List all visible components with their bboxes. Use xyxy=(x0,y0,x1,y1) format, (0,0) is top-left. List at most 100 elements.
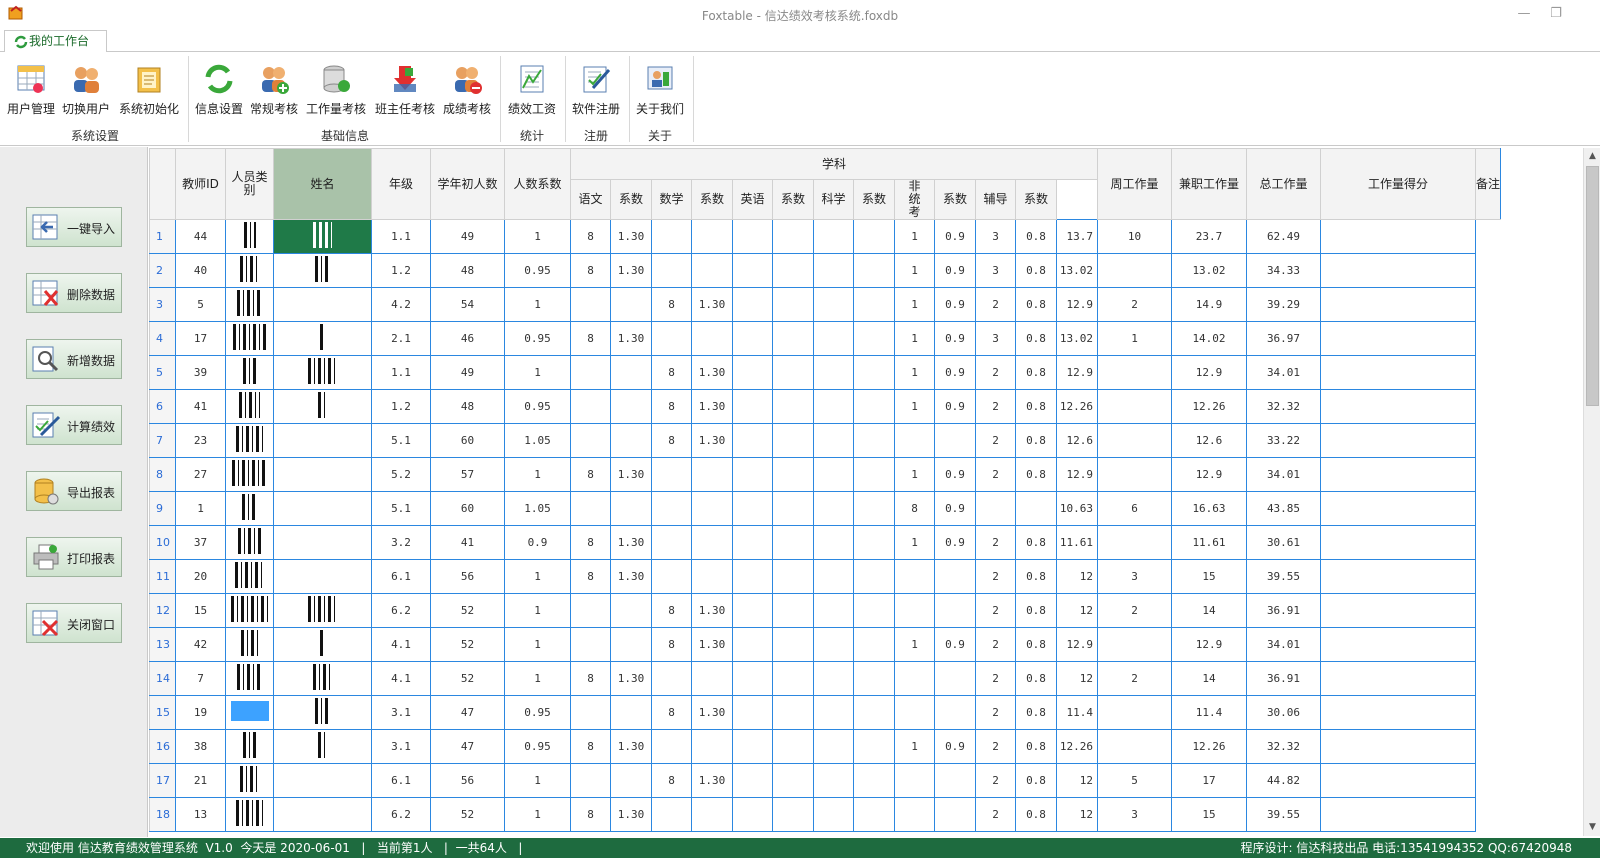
cell-weekly-workload[interactable]: 12.9 xyxy=(1056,287,1098,322)
cell-total-workload[interactable]: 23.7 xyxy=(1171,219,1247,254)
cell-remark[interactable] xyxy=(1320,593,1476,628)
cell-weekly-workload[interactable]: 12.6 xyxy=(1056,423,1098,458)
cell-coef[interactable] xyxy=(772,219,814,254)
cell-staff-type[interactable] xyxy=(225,491,274,526)
info-settings-button[interactable]: 信息设置 xyxy=(194,62,244,117)
cell-weekly-workload[interactable]: 11.4 xyxy=(1056,695,1098,730)
cell-science[interactable] xyxy=(813,661,854,696)
col-header-students[interactable]: 学年初人数 xyxy=(430,148,505,220)
cell-math[interactable] xyxy=(651,525,692,560)
cell-coef[interactable] xyxy=(853,457,895,492)
cell-staff-type[interactable] xyxy=(225,355,274,390)
cell-science[interactable] xyxy=(813,695,854,730)
row-number[interactable]: 14 xyxy=(149,661,176,696)
tab-my-workspace[interactable]: 我的工作台 xyxy=(4,30,107,53)
cell-non-unified-test[interactable] xyxy=(894,763,935,798)
cell-students[interactable]: 52 xyxy=(430,627,505,662)
cell-coef[interactable] xyxy=(610,593,652,628)
cell-coef[interactable] xyxy=(853,797,895,832)
cell-total-workload[interactable]: 12.26 xyxy=(1171,729,1247,764)
scroll-thumb[interactable] xyxy=(1586,166,1599,406)
cell-students[interactable]: 52 xyxy=(430,661,505,696)
data-grid[interactable]: 教师ID 人员类别 姓名 年级 学年初人数 人数系数 学科 周工作量 兼职工作量… xyxy=(149,148,1583,836)
cell-workload-score[interactable]: 43.85 xyxy=(1246,491,1321,526)
cell-weekly-workload[interactable]: 12 xyxy=(1056,661,1098,696)
cell-total-workload[interactable]: 11.61 xyxy=(1171,525,1247,560)
cell-coef[interactable] xyxy=(772,389,814,424)
col-header-math[interactable]: 数学 xyxy=(651,179,692,220)
cell-coef[interactable]: 1.30 xyxy=(691,423,733,458)
cell-students[interactable]: 47 xyxy=(430,729,505,764)
cell-staff-type[interactable] xyxy=(225,389,274,424)
col-header-student-coef[interactable]: 人数系数 xyxy=(504,148,571,220)
cell-math[interactable] xyxy=(651,491,692,526)
cell-coef[interactable]: 1.30 xyxy=(610,797,652,832)
cell-coef[interactable]: 0.9 xyxy=(934,321,976,356)
cell-parttime-workload[interactable] xyxy=(1097,729,1172,764)
cell-teacher-id[interactable]: 15 xyxy=(175,593,226,628)
cell-coef[interactable]: 1.30 xyxy=(610,253,652,288)
cell-tutoring[interactable]: 2 xyxy=(975,763,1016,798)
cell-workload-score[interactable]: 39.55 xyxy=(1246,559,1321,594)
cell-teacher-id[interactable]: 21 xyxy=(175,763,226,798)
table-row[interactable]: 11 20 6.1 56 1 8 1.30 2 0.8 12 3 15 39.55 xyxy=(149,559,1501,594)
cell-science[interactable] xyxy=(813,321,854,356)
cell-total-workload[interactable]: 13.02 xyxy=(1171,253,1247,288)
cell-science[interactable] xyxy=(813,219,854,254)
cell-non-unified-test[interactable]: 1 xyxy=(894,355,935,390)
cell-coef[interactable]: 1.30 xyxy=(610,219,652,254)
calculate-performance-button[interactable]: 计算绩效 xyxy=(26,405,122,445)
user-management-button[interactable]: 用户管理 xyxy=(6,62,56,117)
cell-coef[interactable] xyxy=(772,355,814,390)
cell-non-unified-test[interactable]: 1 xyxy=(894,627,935,662)
cell-student-coef[interactable]: 1.05 xyxy=(504,423,571,458)
table-row[interactable]: 2 40 1.2 48 0.95 8 1.30 1 0.9 3 0.8 13.02 13.02 34.33 xyxy=(149,253,1501,288)
cell-math[interactable]: 8 xyxy=(651,593,692,628)
cell-english[interactable] xyxy=(732,287,773,322)
cell-workload-score[interactable]: 34.33 xyxy=(1246,253,1321,288)
cell-grade[interactable]: 1.1 xyxy=(371,355,431,390)
software-register-button[interactable]: 软件注册 xyxy=(570,62,622,117)
cell-students[interactable]: 41 xyxy=(430,525,505,560)
cell-coef[interactable]: 0.8 xyxy=(1015,219,1057,254)
cell-student-coef[interactable]: 0.9 xyxy=(504,525,571,560)
cell-tutoring[interactable]: 2 xyxy=(975,661,1016,696)
cell-parttime-workload[interactable]: 3 xyxy=(1097,797,1172,832)
cell-math[interactable] xyxy=(651,321,692,356)
cell-non-unified-test[interactable]: 1 xyxy=(894,253,935,288)
cell-english[interactable] xyxy=(732,423,773,458)
cell-coef[interactable] xyxy=(772,525,814,560)
cell-total-workload[interactable]: 12.9 xyxy=(1171,457,1247,492)
delete-data-button[interactable]: 删除数据 xyxy=(26,273,122,313)
cell-coef[interactable]: 0.8 xyxy=(1015,593,1057,628)
cell-student-coef[interactable]: 1.05 xyxy=(504,491,571,526)
cell-weekly-workload[interactable]: 12.26 xyxy=(1056,389,1098,424)
cell-remark[interactable] xyxy=(1320,661,1476,696)
cell-english[interactable] xyxy=(732,253,773,288)
cell-teacher-id[interactable]: 23 xyxy=(175,423,226,458)
col-header-non-unified-test[interactable]: 非统考 xyxy=(894,179,935,220)
cell-coef[interactable] xyxy=(934,423,976,458)
cell-weekly-workload[interactable]: 12.9 xyxy=(1056,355,1098,390)
cell-science[interactable] xyxy=(813,389,854,424)
cell-name[interactable] xyxy=(273,729,372,764)
cell-non-unified-test[interactable] xyxy=(894,593,935,628)
cell-coef[interactable] xyxy=(610,423,652,458)
cell-coef[interactable]: 1.30 xyxy=(610,661,652,696)
cell-math[interactable]: 8 xyxy=(651,389,692,424)
cell-coef[interactable]: 0.9 xyxy=(934,491,976,526)
cell-parttime-workload[interactable]: 5 xyxy=(1097,763,1172,798)
cell-remark[interactable] xyxy=(1320,763,1476,798)
cell-coef[interactable]: 1.30 xyxy=(610,321,652,356)
regular-assessment-button[interactable]: 常规考核 xyxy=(249,62,299,117)
cell-coef[interactable] xyxy=(853,389,895,424)
col-header-coef[interactable]: 系数 xyxy=(610,179,652,220)
cell-coef[interactable]: 0.8 xyxy=(1015,627,1057,662)
cell-students[interactable]: 60 xyxy=(430,491,505,526)
cell-coef[interactable] xyxy=(610,355,652,390)
col-header-coef[interactable]: 系数 xyxy=(853,179,895,220)
cell-staff-type[interactable] xyxy=(225,321,274,356)
cell-remark[interactable] xyxy=(1320,457,1476,492)
cell-weekly-workload[interactable]: 13.02 xyxy=(1056,321,1098,356)
cell-teacher-id[interactable]: 1 xyxy=(175,491,226,526)
